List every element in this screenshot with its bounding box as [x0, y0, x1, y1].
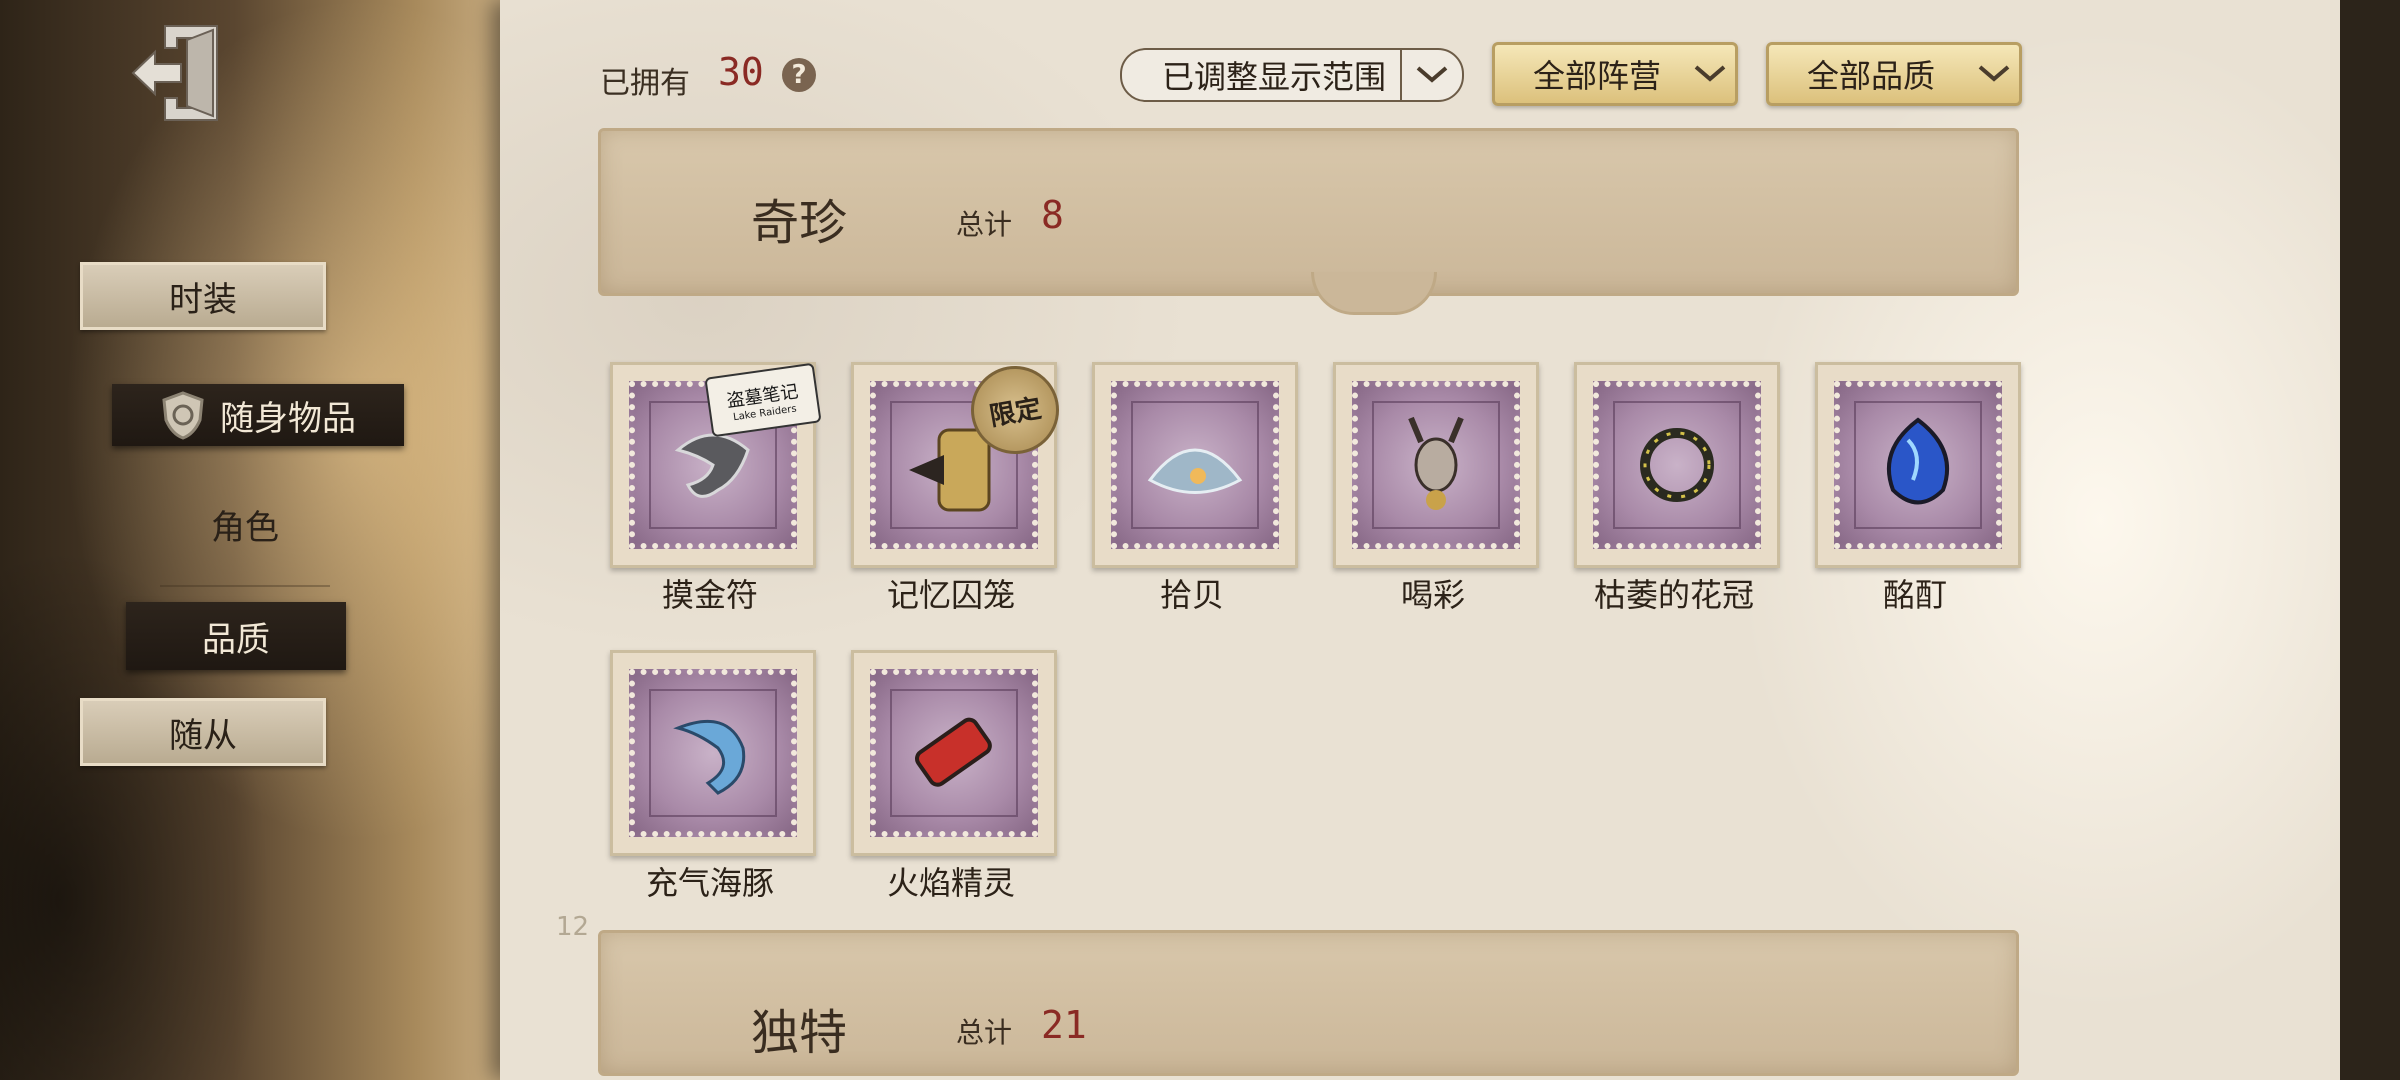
shield-icon	[162, 391, 204, 440]
sidebar-item-label: 时装	[169, 279, 237, 320]
item-name: 酩酊	[1882, 576, 1947, 614]
item-image	[649, 689, 777, 817]
sidebar-item-accessories[interactable]: 随身物品	[112, 384, 404, 446]
stamp-frame	[1574, 362, 1780, 568]
exit-door-icon	[131, 25, 218, 121]
sidebar-item-character[interactable]: 角色	[160, 496, 330, 552]
item-name: 枯萎的花冠	[1593, 576, 1754, 614]
sidebar-item-follower[interactable]: 随从	[80, 698, 326, 766]
camp-filter-dropdown[interactable]: 全部阵营	[1492, 42, 1738, 106]
chevron-down-icon	[1400, 50, 1462, 100]
item-name: 喝彩	[1400, 576, 1465, 614]
owned-count: 30	[718, 50, 764, 94]
sidebar-divider	[160, 585, 330, 587]
dropdown-value: 全部阵营	[1533, 57, 1662, 95]
stamp	[1834, 381, 2002, 549]
item-image	[1613, 401, 1741, 529]
item-image	[1131, 401, 1259, 529]
section-total: 8	[1041, 193, 1064, 237]
dropdown-value: 全部品质	[1807, 57, 1936, 95]
stamp-frame	[1815, 362, 2021, 568]
stamp	[1593, 381, 1761, 549]
section-title: 奇珍	[751, 195, 848, 251]
page-marker: 12	[556, 912, 590, 942]
section-header-treasure[interactable]: 奇珍 总计 8	[598, 128, 2019, 315]
item-card[interactable]: 喝彩	[1333, 362, 1539, 614]
item-name: 拾贝	[1159, 576, 1224, 614]
section-title: 独特	[751, 1005, 848, 1061]
item-card[interactable]: 火焰精灵	[851, 650, 1057, 902]
right-edge-background	[2340, 0, 2400, 1080]
exit-button[interactable]	[120, 18, 230, 128]
sidebar-item-label: 随从	[169, 715, 237, 756]
display-range-dropdown[interactable]: 已调整显示范围	[1120, 48, 1464, 102]
quality-filter-dropdown[interactable]: 全部品质	[1766, 42, 2022, 106]
dropdown-value: 已调整显示范围	[1162, 58, 1387, 96]
stamp-frame	[1092, 362, 1298, 568]
chevron-down-icon	[1969, 64, 2019, 84]
stamp-frame	[610, 650, 816, 856]
stamp	[870, 669, 1038, 837]
item-card[interactable]: 充气海豚	[610, 650, 816, 902]
item-card[interactable]: 枯萎的花冠	[1574, 362, 1780, 614]
chevron-down-icon	[1685, 64, 1735, 84]
item-card[interactable]: 盗墓笔记 Lake Raiders 摸金符	[610, 362, 822, 614]
section-total-label: 总计	[956, 208, 1013, 241]
item-image	[1854, 401, 1982, 529]
item-card[interactable]: 限定 记忆囚笼	[851, 359, 1066, 614]
section-header-unique[interactable]: 独特 总计 21	[598, 930, 2019, 1076]
sidebar-item-label: 随身物品	[220, 398, 356, 439]
stamp	[1352, 381, 1520, 549]
item-name: 摸金符	[661, 576, 758, 614]
owned-label: 已拥有	[600, 66, 690, 101]
item-name: 充气海豚	[645, 864, 774, 902]
section-total: 21	[1041, 1003, 1087, 1047]
stamp-frame	[1333, 362, 1539, 568]
sidebar-item-costume[interactable]: 时装	[80, 262, 326, 330]
item-card[interactable]: 拾贝	[1092, 362, 1298, 614]
item-name: 记忆囚笼	[886, 576, 1015, 614]
item-card[interactable]: 酩酊	[1815, 362, 2021, 614]
item-image	[890, 689, 1018, 817]
stamp	[1111, 381, 1279, 549]
stamp	[629, 669, 797, 837]
item-name: 火焰精灵	[886, 864, 1015, 902]
section-total-label: 总计	[956, 1016, 1013, 1049]
question-icon[interactable]: ?	[782, 58, 816, 92]
stamp-frame	[851, 650, 1057, 856]
sidebar-item-label: 角色	[211, 507, 279, 548]
sidebar-item-quality[interactable]: 品质	[126, 602, 346, 670]
item-image	[1372, 401, 1500, 529]
sidebar-item-label: 品质	[202, 619, 270, 660]
